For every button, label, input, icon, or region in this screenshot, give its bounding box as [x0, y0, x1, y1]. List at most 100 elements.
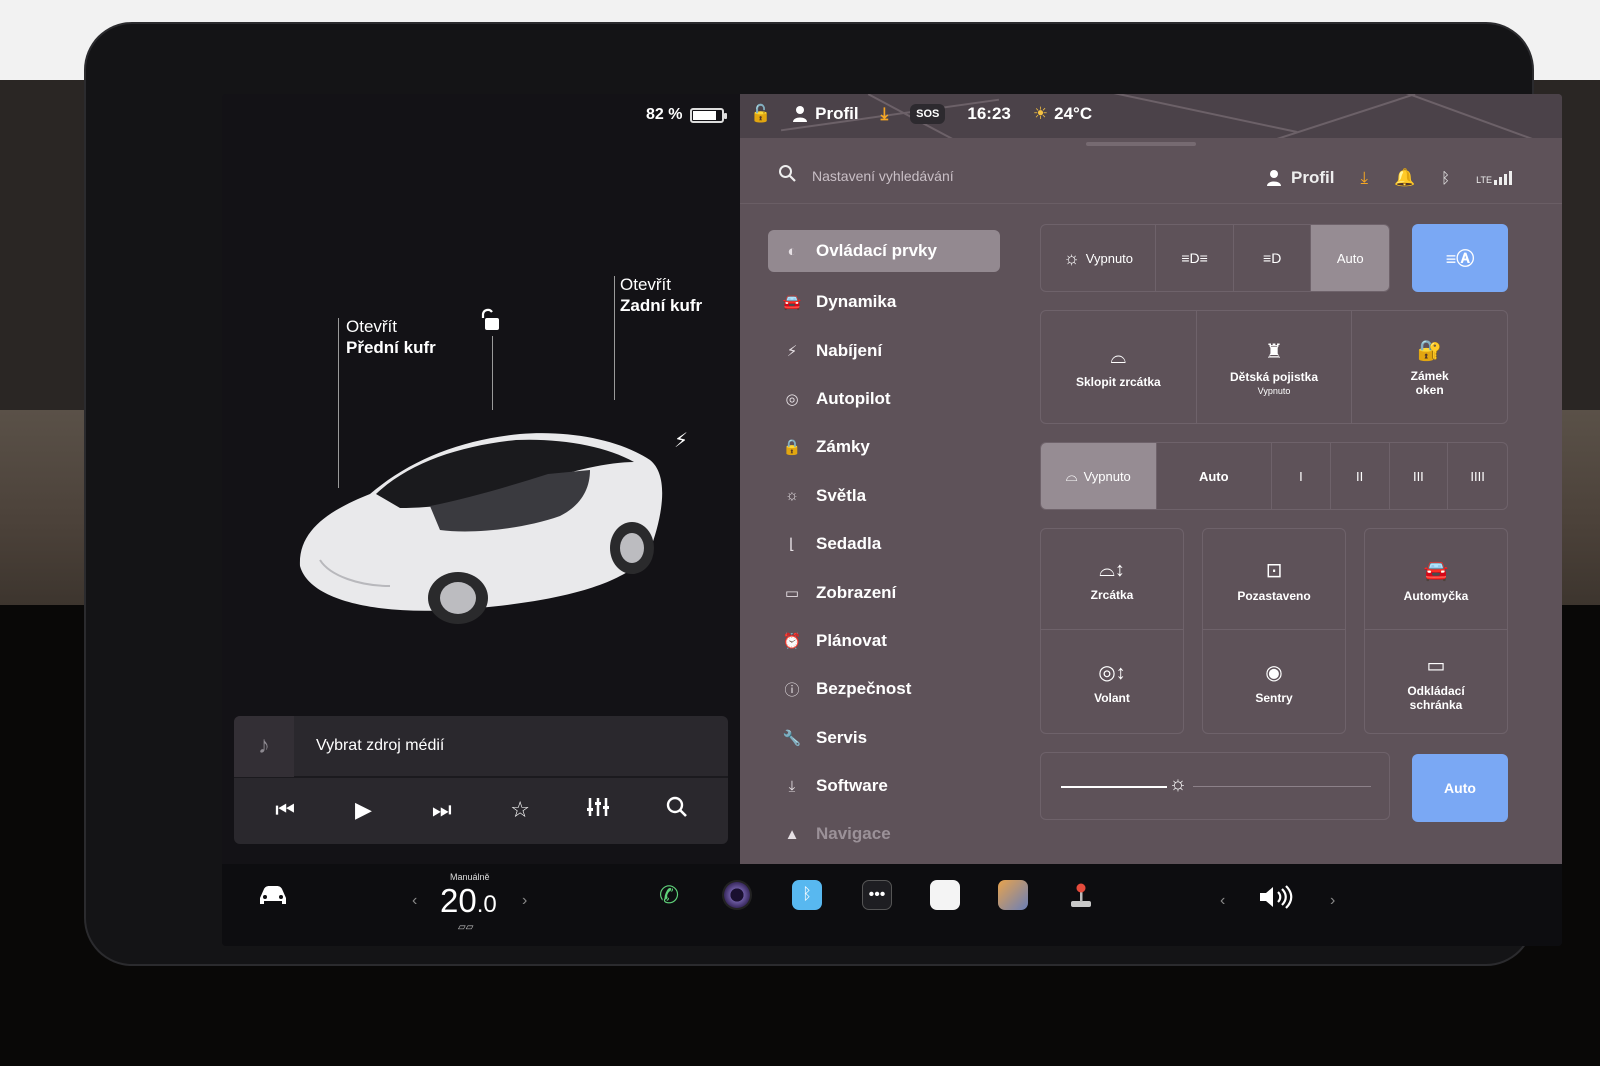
bluetooth-app-icon[interactable]: ᛒ	[792, 880, 822, 910]
bluetooth-icon[interactable]: ᛒ	[1441, 170, 1450, 187]
search-icon	[778, 164, 796, 187]
auto-high-beam-button[interactable]: ≡Ⓐ	[1412, 224, 1508, 292]
card-2-bottom-button[interactable]: ▭ Odkládací schránka	[1365, 631, 1507, 733]
equalizer-icon[interactable]	[578, 796, 618, 824]
glovebox-icon: ▭	[1426, 654, 1446, 677]
joystick-icon[interactable]	[1066, 880, 1096, 910]
more-icon[interactable]: •••	[862, 880, 892, 910]
wiper-selector: ⌓ Vypnuto Auto I II III IIII	[1040, 442, 1508, 510]
brightness-auto-button[interactable]: Auto	[1412, 754, 1508, 822]
phone-icon[interactable]: ✆	[654, 880, 684, 910]
menu-item-label: Servis	[816, 727, 868, 747]
cabin-temperature[interactable]: 20.0	[440, 882, 497, 920]
auto-high-beam-icon: ≡Ⓐ	[1445, 249, 1475, 269]
notification-bell-icon[interactable]: 🔔	[1394, 168, 1415, 188]
card-1-top-button[interactable]: ⊡ Pozastaveno	[1203, 529, 1345, 631]
menu-item-11[interactable]: ⤓ Software	[768, 762, 1000, 810]
wipers-off-button[interactable]: ⌓ Vypnuto	[1041, 443, 1157, 509]
frunk-name: Přední kufr	[346, 338, 436, 357]
card-0-top-button[interactable]: ⌓↕ Zrcátka	[1041, 529, 1183, 631]
quick-tile-2[interactable]: 🔐 Zámek oken	[1352, 311, 1507, 423]
profile-button[interactable]: Profil	[1267, 168, 1334, 188]
menu-item-2[interactable]: ⚡ Nabíjení	[768, 326, 1000, 374]
frunk-open-button[interactable]: Otevřít Přední kufr	[346, 316, 436, 358]
steering-wheel-icon: ◎	[785, 390, 799, 408]
status-profile[interactable]: Profil	[793, 104, 859, 124]
temp-down-arrow[interactable]: ‹	[412, 892, 417, 910]
search-input[interactable]	[812, 167, 1192, 184]
quick-tile-label: Sklopit zrcátka	[1075, 374, 1161, 389]
menu-item-5[interactable]: ☼ Světla	[768, 472, 1000, 520]
previous-track-icon[interactable]: ⏮	[265, 797, 305, 823]
menu-item-3[interactable]: ◎ Autopilot	[768, 375, 1000, 423]
card-label: Automyčka	[1403, 588, 1469, 603]
bolt-icon: ⚡	[786, 342, 798, 360]
car-icon[interactable]	[256, 884, 290, 915]
trunk-open-button[interactable]: Otevřít Zadní kufr	[620, 274, 702, 316]
volume-icon[interactable]	[1258, 884, 1294, 917]
low-beam-button[interactable]: ≡D	[1234, 225, 1312, 291]
low-beam-icon: ≡D	[1263, 250, 1282, 266]
menu-item-0[interactable]: ◐ Ovládací prvky	[768, 230, 1000, 272]
wiper-speed-4-button[interactable]: IIII	[1448, 443, 1507, 509]
navigation-icon: ▲	[784, 825, 800, 843]
wiper-speed-2-button[interactable]: II	[1331, 443, 1390, 509]
menu-item-12[interactable]: ▲ Navigace	[768, 810, 1000, 858]
media-source-selector[interactable]: ♪ Vybrat zdroj médií	[234, 716, 728, 778]
seat-heater-icons[interactable]: ▱▱	[458, 922, 473, 933]
wiper-speed-3-button[interactable]: III	[1390, 443, 1449, 509]
unlock-icon[interactable]	[480, 308, 502, 338]
card-label: Volant	[1094, 690, 1130, 705]
favorite-star-icon[interactable]: ☆	[500, 797, 540, 823]
quick-tile-1[interactable]: ♜ Dětská pojistka Vypnuto	[1197, 311, 1353, 423]
control-card-0: ⌓↕ Zrcátka ◎↕ Volant	[1040, 528, 1184, 734]
menu-item-label: Světla	[816, 485, 867, 505]
card-label: Odkládací	[1407, 683, 1465, 698]
brightness-slider-fill	[1061, 786, 1167, 788]
menu-item-9[interactable]: ⓘ Bezpečnost	[768, 665, 1000, 713]
volume-up-arrow[interactable]: ›	[1330, 892, 1335, 910]
lights-auto-button[interactable]: Auto	[1311, 225, 1389, 291]
sos-badge[interactable]: SOS	[910, 104, 946, 124]
car-panel: 82 % Otevřít Přední kufr Otevřít Zadní k…	[222, 94, 740, 864]
battery-indicator: 82 %	[646, 106, 728, 124]
media-search-icon[interactable]	[657, 796, 697, 824]
menu-item-7[interactable]: ▭ Zobrazení	[768, 568, 1000, 616]
next-track-icon[interactable]: ⏭	[422, 797, 462, 823]
menu-item-4[interactable]: 🔒 Zámky	[768, 423, 1000, 471]
menu-item-6[interactable]: ⌊ Sedadla	[768, 520, 1000, 568]
wipers-auto-button[interactable]: Auto	[1157, 443, 1272, 509]
header-icons: Profil ⤓ 🔔 ᛒ LTE	[1267, 168, 1512, 188]
card-0-bottom-button[interactable]: ◎↕ Volant	[1041, 631, 1183, 733]
lights-off-button[interactable]: ☼ Vypnuto	[1041, 225, 1157, 291]
menu-item-label: Software	[816, 776, 888, 796]
menu-item-10[interactable]: 🔧 Servis	[768, 714, 1000, 762]
brightness-slider[interactable]: ☼	[1040, 752, 1390, 820]
display-bezel: 82 % Otevřít Přední kufr Otevřít Zadní k…	[86, 24, 1562, 964]
sentry-icon: ◉	[1265, 661, 1283, 684]
drawer-handle[interactable]	[1086, 142, 1196, 146]
download-icon[interactable]: ⤓	[1360, 168, 1368, 188]
wiper-speed-1-button[interactable]: I	[1272, 443, 1331, 509]
toggle-icon: ◐	[787, 242, 797, 260]
menu-item-label: Dynamika	[816, 292, 897, 312]
controls-panel: 🔓 Profil ⤓ SOS 16:23 ☀ 24°C Nastavení vy…	[740, 94, 1562, 864]
camera-icon[interactable]	[722, 880, 752, 910]
lock-icon: 🔒	[782, 439, 802, 457]
child-lock-icon: ♜	[1265, 340, 1283, 363]
notes-icon[interactable]	[930, 880, 960, 910]
play-icon[interactable]: ▶	[343, 797, 383, 823]
card-2-top-button[interactable]: 🚘 Automyčka	[1365, 529, 1507, 631]
toybox-icon[interactable]	[998, 880, 1028, 910]
brightness-sun-icon[interactable]: ☼	[1169, 773, 1187, 796]
menu-item-1[interactable]: 🚘 Dynamika	[768, 278, 1000, 326]
parking-lights-button[interactable]: ≡D≡	[1156, 225, 1234, 291]
quick-tile-0[interactable]: ⌓ Sklopit zrcátka	[1041, 311, 1197, 423]
status-bar: 🔓 Profil ⤓ SOS 16:23 ☀ 24°C	[750, 104, 1092, 124]
temp-up-arrow[interactable]: ›	[522, 892, 527, 910]
card-1-bottom-button[interactable]: ◉ Sentry	[1203, 631, 1345, 733]
menu-item-8[interactable]: ⏰ Plánovat	[768, 617, 1000, 665]
volume-down-arrow[interactable]: ‹	[1220, 892, 1225, 910]
sun-icon: ☼	[785, 487, 799, 505]
mirror-adjust-icon: ⌓↕	[1099, 558, 1125, 581]
